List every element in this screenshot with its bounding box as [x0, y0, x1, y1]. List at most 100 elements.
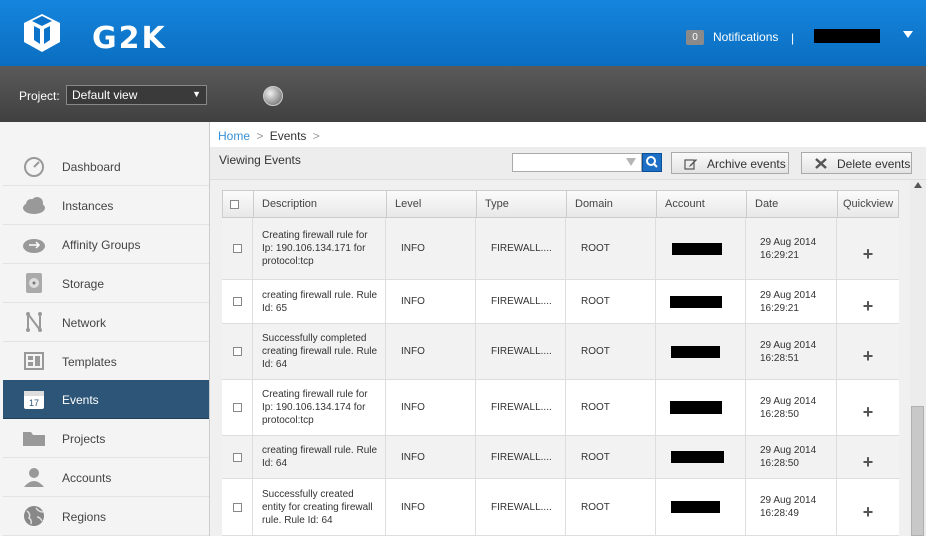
sidebar-item-affinity-groups[interactable]: Affinity Groups — [3, 225, 209, 264]
cell-quickview: + — [837, 218, 899, 279]
sidebar-item-accounts[interactable]: Accounts — [3, 458, 209, 497]
cell-account — [656, 218, 746, 279]
row-checkbox[interactable] — [232, 297, 242, 306]
project-select[interactable]: Default view ▼ — [66, 85, 207, 105]
cell-level: INFO — [386, 280, 476, 323]
table-row[interactable]: Creating firewall rule for Ip: 190.106.1… — [222, 380, 899, 436]
sidebar-item-storage[interactable]: Storage — [3, 264, 209, 303]
sidebar-item-label: Network — [62, 316, 107, 330]
breadcrumb-separator: > — [312, 129, 320, 143]
account-redacted — [671, 451, 724, 463]
archive-events-button[interactable]: Archive events — [671, 152, 789, 174]
column-header-date[interactable]: Date — [747, 191, 838, 218]
affinity-icon — [23, 239, 45, 253]
cell-type: FIREWALL.... — [476, 280, 566, 323]
sidebar-item-label: Accounts — [62, 471, 112, 485]
column-header-domain[interactable]: Domain — [567, 191, 657, 218]
network-icon — [26, 312, 42, 332]
row-checkbox[interactable] — [232, 347, 242, 356]
user-menu-caret-icon[interactable] — [903, 31, 913, 38]
quickview-plus-icon[interactable]: + — [863, 502, 874, 523]
filter-icon[interactable] — [626, 158, 636, 166]
quickview-plus-icon[interactable]: + — [863, 452, 874, 473]
cell-domain: ROOT — [566, 436, 656, 478]
column-header-quickview: Quickview — [843, 198, 894, 210]
table-header: Description Level Type Domain Account Da… — [222, 190, 899, 218]
project-bar: Project: Default view ▼ — [0, 66, 926, 122]
account-redacted — [670, 295, 722, 308]
cell-date: 29 Aug 2014 16:29:21 — [746, 280, 837, 323]
quickview-plus-icon[interactable]: + — [863, 296, 874, 317]
quickview-plus-icon[interactable]: + — [863, 346, 874, 367]
edit-icon — [684, 159, 697, 170]
sidebar-item-projects[interactable]: Projects — [3, 419, 209, 458]
breadcrumb: Home > Events > — [218, 129, 323, 143]
account-redacted — [672, 242, 722, 255]
close-icon — [815, 158, 827, 169]
sidebar-item-label: Projects — [62, 432, 106, 446]
row-checkbox[interactable] — [232, 452, 242, 462]
sidebar-item-dashboard[interactable]: Dashboard — [3, 147, 209, 186]
select-all-checkbox[interactable] — [230, 200, 239, 209]
row-checkbox[interactable] — [232, 244, 242, 253]
sidebar-item-instances[interactable]: Instances — [3, 186, 209, 225]
delete-events-button[interactable]: Delete events — [801, 152, 912, 174]
sidebar-item-network[interactable]: Network — [3, 303, 209, 342]
table-row[interactable]: creating firewall rule. Rule Id: 65 INFO… — [222, 280, 899, 324]
table-row[interactable]: Successfully created entity for creating… — [222, 479, 899, 536]
account-redacted — [671, 345, 720, 358]
search-input[interactable] — [512, 153, 642, 172]
quickview-plus-icon[interactable]: + — [863, 244, 874, 265]
column-header-type[interactable]: Type — [477, 191, 567, 218]
table-row[interactable]: Creating firewall rule for Ip: 190.106.1… — [222, 218, 899, 280]
cell-description: Successfully created entity for creating… — [253, 479, 386, 535]
row-checkbox-cell — [222, 324, 253, 379]
search-button[interactable] — [642, 153, 662, 172]
folder-icon — [23, 432, 45, 446]
notifications-link[interactable]: Notifications — [713, 30, 778, 44]
cell-quickview: + — [837, 479, 899, 535]
cell-type: FIREWALL.... — [476, 380, 566, 435]
row-checkbox-cell — [222, 479, 253, 535]
breadcrumb-current[interactable]: Events — [270, 129, 307, 143]
g2k-logo[interactable]: G2K — [22, 12, 182, 56]
cell-domain: ROOT — [566, 324, 656, 379]
column-header-account[interactable]: Account — [657, 191, 747, 218]
user-icon — [24, 468, 44, 487]
table-row[interactable]: Successfully completed creating firewall… — [222, 324, 899, 380]
scroll-up-arrow-icon[interactable] — [914, 182, 922, 188]
scrollbar-thumb[interactable] — [911, 406, 924, 536]
delete-events-label: Delete events — [837, 157, 911, 171]
cell-type: FIREWALL.... — [476, 479, 566, 535]
table-body: Creating firewall rule for Ip: 190.106.1… — [222, 218, 899, 536]
cell-date: 29 Aug 2014 16:29:21 — [746, 218, 837, 279]
notifications-count-badge[interactable]: 0 — [686, 30, 704, 45]
cell-type: FIREWALL.... — [476, 436, 566, 478]
sidebar-item-label: Dashboard — [62, 160, 121, 174]
row-checkbox[interactable] — [232, 502, 242, 512]
breadcrumb-home-link[interactable]: Home — [218, 129, 250, 143]
cell-account — [656, 380, 746, 435]
vertical-scrollbar[interactable] — [910, 180, 926, 536]
logo-text: G2K — [92, 21, 167, 56]
row-checkbox-cell — [222, 380, 253, 435]
sidebar-item-regions[interactable]: Regions — [3, 497, 209, 536]
sidebar-item-templates[interactable]: Templates — [3, 342, 209, 381]
archive-events-label: Archive events — [707, 157, 786, 171]
events-table-area: Description Level Type Domain Account Da… — [210, 180, 926, 536]
table-row[interactable]: creating firewall rule. Rule Id: 64 INFO… — [222, 436, 899, 479]
user-name-redacted[interactable] — [814, 29, 880, 43]
main-content: Home > Events > Viewing Events Archive e… — [210, 122, 926, 536]
select-all-cell — [223, 191, 254, 218]
cell-date: 29 Aug 2014 16:28:51 — [746, 324, 837, 379]
cell-domain: ROOT — [566, 218, 656, 279]
column-header-description[interactable]: Description — [254, 191, 387, 218]
cloud-icon — [23, 197, 45, 214]
row-checkbox[interactable] — [232, 403, 242, 412]
top-header: G2K 0 Notifications | — [0, 0, 926, 66]
quickview-plus-icon[interactable]: + — [863, 402, 874, 423]
globe-icon[interactable] — [263, 86, 283, 106]
sidebar-item-label: Regions — [62, 510, 107, 524]
sidebar-item-events[interactable]: 17 Events — [3, 380, 209, 419]
column-header-level[interactable]: Level — [387, 191, 477, 218]
